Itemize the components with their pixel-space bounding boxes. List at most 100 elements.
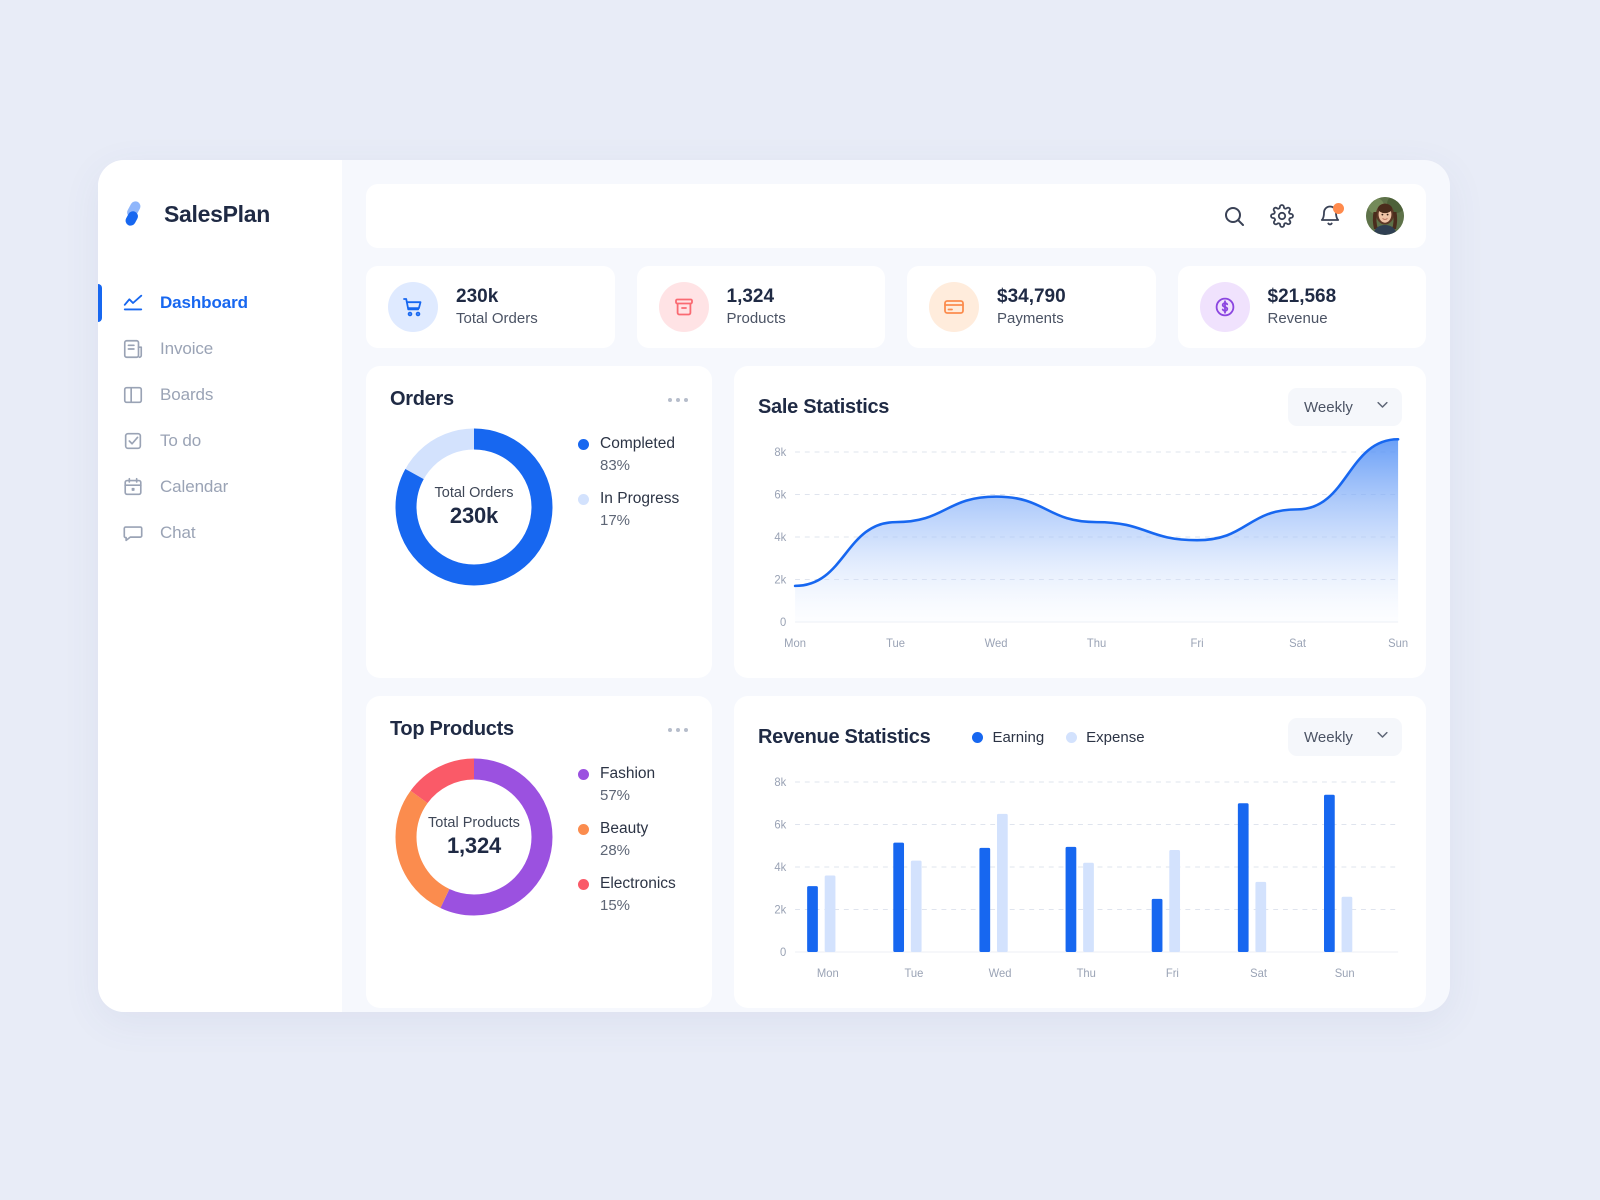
svg-text:6k: 6k xyxy=(774,489,786,501)
notification-dot xyxy=(1333,203,1344,214)
top-products-header: Top Products xyxy=(390,718,688,741)
orders-donut-center: Total Orders 230k xyxy=(392,425,556,589)
top-products-donut-center: Total Products 1,324 xyxy=(392,755,556,919)
legend-dot-expense xyxy=(1066,731,1078,743)
checkbox-icon xyxy=(122,430,144,452)
stat-label: Total Orders xyxy=(456,310,538,328)
svg-text:2k: 2k xyxy=(774,904,786,916)
legend-item-earning: Earning xyxy=(972,729,1044,746)
sale-statistics-card: Sale Statistics Weekly 0 2k 4k 6k 8k Mon Tue We… xyxy=(734,366,1426,678)
page-title: Orders xyxy=(390,388,454,410)
orders-card-header: Orders xyxy=(390,388,688,411)
svg-text:8k: 8k xyxy=(774,777,786,789)
stat-card-revenue[interactable]: $21,568 Revenue xyxy=(1177,266,1426,348)
legend-value: 83% xyxy=(600,457,631,474)
chevron-down-icon xyxy=(1375,397,1390,417)
donut-center-value: 230k xyxy=(449,503,499,528)
chart-line-icon xyxy=(122,292,144,314)
sidebar-item-label: Boards xyxy=(160,385,214,404)
stat-label: Products xyxy=(726,310,786,328)
top-products-donut-block: Total Products 1,324 Fashion 57% Beauty … xyxy=(390,755,688,930)
sale-statistics-title: Sale Statistics xyxy=(758,395,890,418)
gear-icon[interactable] xyxy=(1270,204,1294,228)
boards-icon xyxy=(122,384,144,406)
legend-label: Expense xyxy=(1086,728,1145,746)
more-options-icon[interactable] xyxy=(668,392,688,408)
orders-card: Orders Total Orders 230k Completed 83% I… xyxy=(366,366,712,678)
stat-card-payments[interactable]: $34,790 Payments xyxy=(907,266,1156,348)
svg-text:8k: 8k xyxy=(774,447,786,459)
sidebar-item-boards[interactable]: Boards xyxy=(98,372,342,418)
legend-item: Completed 83% xyxy=(578,435,679,474)
svg-text:Wed: Wed xyxy=(985,638,1008,650)
svg-text:6k: 6k xyxy=(774,819,786,831)
legend-dot-earning xyxy=(972,731,984,743)
stat-card-products[interactable]: 1,324 Products xyxy=(636,266,885,348)
content-row-1: Orders Total Orders 230k Completed 83% I… xyxy=(366,366,1426,678)
legend-value: 17% xyxy=(600,512,631,529)
legend-label: Earning xyxy=(992,728,1045,746)
sidebar-item-dashboard[interactable]: Dashboard xyxy=(98,280,342,326)
svg-text:0: 0 xyxy=(780,617,786,629)
cart-icon xyxy=(388,282,438,332)
revenue-statistics-header: Revenue Statistics Earning Expense Weekl… xyxy=(758,718,1402,756)
svg-text:Sun: Sun xyxy=(1388,638,1408,650)
svg-text:Sat: Sat xyxy=(1250,968,1268,980)
svg-text:Sat: Sat xyxy=(1289,638,1307,650)
stat-label: Payments xyxy=(997,310,1064,328)
sidebar-item-calendar[interactable]: Calendar xyxy=(98,464,342,510)
stat-value: $21,568 xyxy=(1267,286,1337,308)
legend-label: Completed xyxy=(600,435,675,452)
legend-label: In Progress xyxy=(600,490,680,507)
sale-statistics-period-select[interactable]: Weekly xyxy=(1288,388,1402,426)
svg-text:Thu: Thu xyxy=(1077,968,1096,980)
svg-text:Sun: Sun xyxy=(1335,968,1355,980)
credit-card-icon xyxy=(929,282,979,332)
invoice-icon xyxy=(122,338,144,360)
revenue-legend: Earning Expense xyxy=(972,728,1145,746)
revenue-statistics-plot: 0 2k 4k 6k 8k Mon Tue Wed Thu Fri Sat Sun xyxy=(758,774,1402,986)
legend-dot-fashion xyxy=(578,768,589,780)
svg-text:4k: 4k xyxy=(774,862,786,874)
bell-icon[interactable] xyxy=(1318,203,1344,228)
stat-card-total-orders[interactable]: 230k Total Orders xyxy=(366,266,615,348)
svg-text:Wed: Wed xyxy=(989,968,1012,980)
legend-value: 15% xyxy=(600,897,631,914)
sidebar-nav: Dashboard Invoice Boards To do Calendar … xyxy=(98,280,342,556)
salesplan-logo-icon xyxy=(120,199,150,229)
brand: SalesPlan xyxy=(98,190,342,238)
select-value: Weekly xyxy=(1304,398,1353,416)
sidebar-item-chat[interactable]: Chat xyxy=(98,510,342,556)
svg-text:Mon: Mon xyxy=(784,638,806,650)
dollar-coin-icon xyxy=(1199,282,1250,332)
sidebar-item-label: To do xyxy=(160,431,202,450)
stat-value: 1,324 xyxy=(726,286,775,308)
top-products-title: Top Products xyxy=(390,718,514,740)
legend-item: In Progress 17% xyxy=(578,490,679,529)
svg-text:Fri: Fri xyxy=(1166,968,1179,980)
donut-center-value: 1,324 xyxy=(446,833,502,858)
avatar[interactable] xyxy=(1366,197,1404,235)
sale-statistics-plot: 0 2k 4k 6k 8k Mon Tue Wed Thu Fri Sat Sun xyxy=(758,437,1408,656)
legend-value: 28% xyxy=(600,842,631,859)
search-icon[interactable] xyxy=(1222,204,1246,228)
box-icon xyxy=(658,282,709,332)
orders-donut-block: Total Orders 230k Completed 83% In Progr… xyxy=(390,425,688,589)
revenue-statistics-title: Revenue Statistics xyxy=(758,725,931,748)
sale-statistics-header: Sale Statistics Weekly xyxy=(758,388,1402,426)
sidebar-item-label: Calendar xyxy=(160,477,229,496)
top-products-card: Top Products Total Products 1,324 Fashio… xyxy=(366,696,712,1008)
more-options-icon[interactable] xyxy=(668,722,688,738)
sidebar-item-invoice[interactable]: Invoice xyxy=(98,326,342,372)
orders-legend: Completed 83% In Progress 17% xyxy=(578,425,679,545)
main-content: 230k Total Orders 1,324 Products $34,790… xyxy=(342,160,1450,1012)
legend-item-expense: Expense xyxy=(1066,728,1145,746)
revenue-statistics-period-select[interactable]: Weekly xyxy=(1288,718,1402,756)
svg-text:Mon: Mon xyxy=(817,968,839,980)
svg-text:0: 0 xyxy=(780,947,786,959)
legend-item: Electronics 15% xyxy=(578,875,676,914)
sidebar-item-todo[interactable]: To do xyxy=(98,418,342,464)
stat-value: $34,790 xyxy=(997,286,1066,308)
stats-row: 230k Total Orders 1,324 Products $34,790… xyxy=(366,266,1426,348)
sidebar-item-label: Dashboard xyxy=(160,293,248,312)
